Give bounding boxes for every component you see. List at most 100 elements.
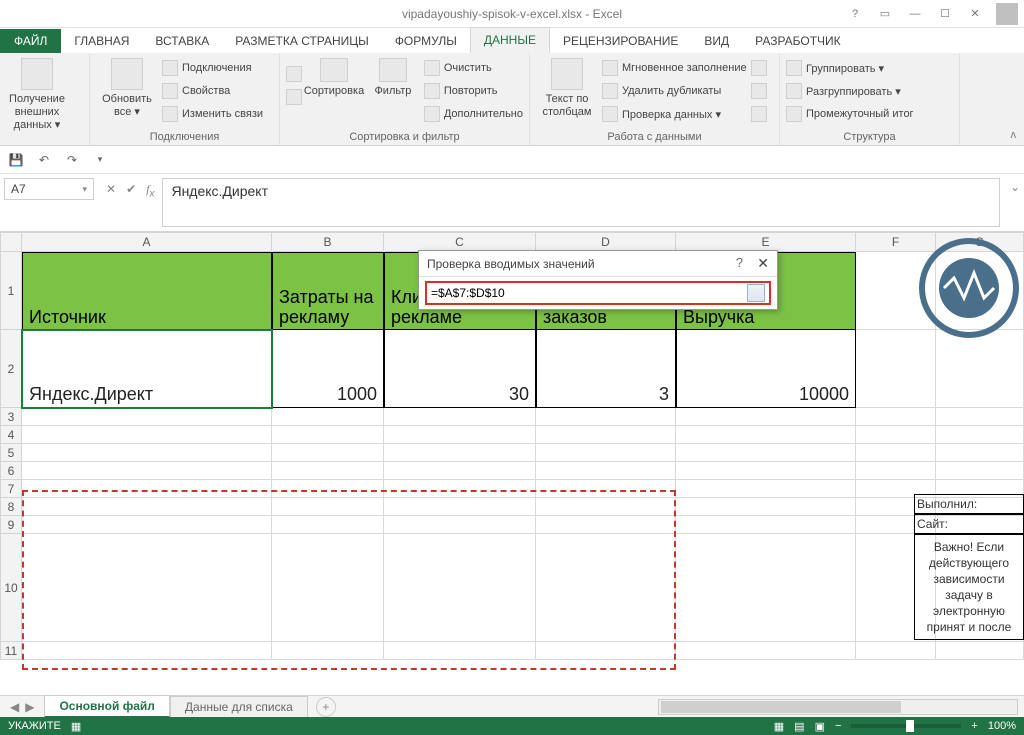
edit-links-button[interactable]: Изменить связи (162, 103, 263, 125)
undo-icon[interactable]: ↶ (36, 152, 52, 168)
spreadsheet-grid[interactable]: A B C D E F G 1 Источник Затраты на рекл… (0, 232, 1024, 682)
tab-developer[interactable]: РАЗРАБОТЧИК (742, 29, 854, 53)
cell-a11[interactable] (22, 642, 272, 660)
tab-data[interactable]: ДАННЫЕ (470, 27, 550, 53)
close-icon[interactable]: ✕ (960, 4, 990, 24)
cell-a8[interactable] (22, 498, 272, 516)
data-validation-button[interactable]: Проверка данных ▾ (602, 103, 747, 125)
cell-e2[interactable]: 10000 (676, 330, 856, 408)
dialog-help-icon[interactable]: ? (736, 255, 743, 270)
row-header-11[interactable]: 11 (0, 642, 22, 660)
text-to-columns-button[interactable]: Текст по столбцам (536, 55, 598, 119)
cell-e7[interactable] (676, 480, 856, 498)
reapply-button[interactable]: Повторить (424, 80, 523, 102)
col-header-e[interactable]: E (676, 232, 856, 252)
accept-formula-icon[interactable]: ✔ (126, 182, 136, 196)
chevron-down-icon[interactable]: ▾ (82, 184, 87, 195)
cell-c10[interactable] (384, 534, 536, 642)
filter-button[interactable]: Фильтр (366, 55, 420, 97)
group-button[interactable]: Группировать ▾ (786, 57, 914, 79)
flash-fill-button[interactable]: Мгновенное заполнение (602, 57, 747, 79)
tab-view[interactable]: ВИД (691, 29, 742, 53)
save-icon[interactable]: 💾 (8, 152, 24, 168)
cell-e5[interactable] (676, 444, 856, 462)
minimize-icon[interactable]: — (900, 4, 930, 24)
horizontal-scrollbar[interactable] (658, 699, 1018, 715)
cell-e11[interactable] (676, 642, 856, 660)
cell-c4[interactable] (384, 426, 536, 444)
tab-file[interactable]: ФАЙЛ (0, 29, 61, 53)
cell-c9[interactable] (384, 516, 536, 534)
cell-b2[interactable]: 1000 (272, 330, 384, 408)
row-header-5[interactable]: 5 (0, 444, 22, 462)
cell-e8[interactable] (676, 498, 856, 516)
cell-c2[interactable]: 30 (384, 330, 536, 408)
expand-formula-bar-icon[interactable]: ⌄ (1006, 174, 1024, 231)
connections-button[interactable]: Подключения (162, 57, 263, 79)
cell-d2[interactable]: 3 (536, 330, 676, 408)
cell-c3[interactable] (384, 408, 536, 426)
sheet-tab-other[interactable]: Данные для списка (170, 696, 308, 718)
restore-icon[interactable]: ☐ (930, 4, 960, 24)
ribbon-options-icon[interactable]: ▭ (870, 4, 900, 24)
range-input[interactable] (431, 286, 743, 300)
sort-desc-button[interactable] (286, 86, 302, 108)
cell-b9[interactable] (272, 516, 384, 534)
cell-e4[interactable] (676, 426, 856, 444)
advanced-filter-button[interactable]: Дополнительно (424, 103, 523, 125)
cell-c5[interactable] (384, 444, 536, 462)
cell-g11[interactable] (936, 642, 1024, 660)
cell-e10[interactable] (676, 534, 856, 642)
cell-d4[interactable] (536, 426, 676, 444)
row-header-3[interactable]: 3 (0, 408, 22, 426)
cell-a9[interactable] (22, 516, 272, 534)
dialog-close-icon[interactable]: ✕ (757, 255, 769, 272)
cell-a1[interactable]: Источник (22, 252, 272, 330)
cell-e9[interactable] (676, 516, 856, 534)
cell-c6[interactable] (384, 462, 536, 480)
cell-d6[interactable] (536, 462, 676, 480)
cell-a5[interactable] (22, 444, 272, 462)
add-sheet-button[interactable]: + (316, 697, 336, 717)
row-header-1[interactable]: 1 (0, 252, 22, 330)
cell-d7[interactable] (536, 480, 676, 498)
whatif-button[interactable] (751, 80, 767, 102)
cell-a7[interactable] (22, 480, 272, 498)
cell-a3[interactable] (22, 408, 272, 426)
collapse-ribbon-icon[interactable]: ʌ (1011, 129, 1017, 141)
col-header-c[interactable]: C (384, 232, 536, 252)
redo-icon[interactable]: ↷ (64, 152, 80, 168)
cell-b3[interactable] (272, 408, 384, 426)
cell-b5[interactable] (272, 444, 384, 462)
col-header-b[interactable]: B (272, 232, 384, 252)
macro-record-icon[interactable]: ▦ (71, 720, 81, 733)
relations-button[interactable] (751, 103, 767, 125)
consolidate-button[interactable] (751, 57, 767, 79)
cell-b1[interactable]: Затраты на рекламу (272, 252, 384, 330)
fx-icon[interactable]: fx (146, 182, 154, 199)
col-header-d[interactable]: D (536, 232, 676, 252)
help-icon[interactable]: ? (840, 4, 870, 24)
clear-filter-button[interactable]: Очистить (424, 57, 523, 79)
get-external-data-button[interactable]: Получение внешних данных ▾ (6, 55, 68, 132)
zoom-in-icon[interactable]: + (971, 720, 977, 732)
cell-b10[interactable] (272, 534, 384, 642)
cell-e3[interactable] (676, 408, 856, 426)
view-layout-icon[interactable]: ▤ (794, 720, 804, 733)
cell-f11[interactable] (856, 642, 936, 660)
collapse-dialog-icon[interactable] (747, 284, 765, 302)
sort-asc-button[interactable] (286, 63, 302, 85)
cancel-formula-icon[interactable]: ✕ (106, 182, 116, 196)
cell-b6[interactable] (272, 462, 384, 480)
cell-a2[interactable]: Яндекс.Директ (22, 330, 272, 408)
formula-input[interactable]: Яндекс.Директ (162, 178, 1000, 227)
cell-c8[interactable] (384, 498, 536, 516)
cell-d8[interactable] (536, 498, 676, 516)
cell-a4[interactable] (22, 426, 272, 444)
subtotal-button[interactable]: Промежуточный итог (786, 103, 914, 125)
tab-insert[interactable]: ВСТАВКА (142, 29, 222, 53)
cell-e6[interactable] (676, 462, 856, 480)
ungroup-button[interactable]: Разгруппировать ▾ (786, 80, 914, 102)
sheet-nav-next-icon[interactable]: ▶ (25, 700, 34, 714)
cell-a10[interactable] (22, 534, 272, 642)
